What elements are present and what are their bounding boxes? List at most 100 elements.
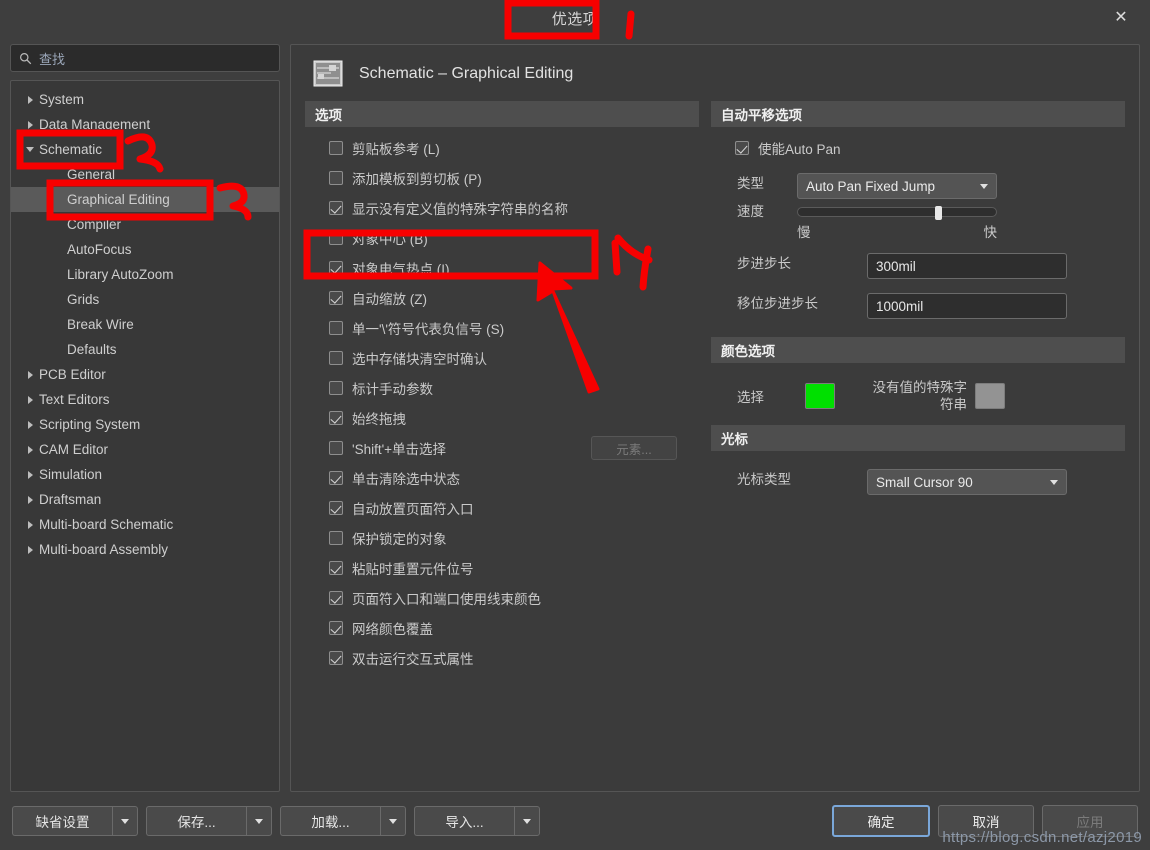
tree-item-multi-board-schematic[interactable]: Multi-board Schematic: [11, 512, 279, 537]
checkbox-label: 双击运行交互式属性: [352, 652, 474, 667]
checkbox-enable-autopan[interactable]: [735, 141, 749, 155]
option-row[interactable]: 粘贴时重置元件位号: [305, 553, 699, 583]
option-row[interactable]: 对象电气热点 (I): [305, 253, 699, 283]
novalue-color-label: 没有值的特殊字符串: [872, 380, 968, 412]
tree-item-pcb-editor[interactable]: PCB Editor: [11, 362, 279, 387]
checkbox[interactable]: [329, 651, 343, 665]
cancel-button[interactable]: 取消: [938, 805, 1034, 837]
option-row[interactable]: 标计手动参数: [305, 373, 699, 403]
checkbox[interactable]: [329, 621, 343, 635]
autopan-speed-label: 速度: [737, 204, 764, 219]
chevron-down-icon[interactable]: [380, 806, 406, 836]
novalue-color-swatch[interactable]: [975, 383, 1005, 409]
checkbox[interactable]: [329, 141, 343, 155]
checkbox[interactable]: [329, 501, 343, 515]
checkbox[interactable]: [329, 201, 343, 215]
checkbox[interactable]: [329, 531, 343, 545]
ok-button[interactable]: 确定: [832, 805, 930, 837]
option-row[interactable]: 对象中心 (B): [305, 223, 699, 253]
checkbox[interactable]: [329, 231, 343, 245]
checkbox[interactable]: [329, 171, 343, 185]
checkbox-label: 对象中心 (B): [352, 232, 428, 247]
tree-item-draftsman[interactable]: Draftsman: [11, 487, 279, 512]
tree-item-library-autozoom[interactable]: Library AutoZoom: [11, 262, 279, 287]
chevron-down-icon[interactable]: [246, 806, 272, 836]
slider-track[interactable]: [797, 206, 997, 220]
tree-item-label: Simulation: [39, 467, 103, 482]
checkbox-label: 使能Auto Pan: [758, 142, 841, 157]
option-row[interactable]: 选中存储块清空时确认: [305, 343, 699, 373]
autopan-speed-slider[interactable]: 慢 快: [797, 201, 997, 241]
chevron-down-icon: [21, 147, 39, 152]
checkbox[interactable]: [329, 411, 343, 425]
preferences-tree[interactable]: System Data Management Schematic General Gra…: [10, 80, 280, 792]
checkbox-label: 标计手动参数: [352, 382, 433, 397]
tree-item-label: AutoFocus: [67, 242, 132, 257]
split-button-main[interactable]: 加载...: [280, 806, 380, 836]
split-button[interactable]: 保存...: [146, 806, 272, 836]
tree-item-multi-board-assembly[interactable]: Multi-board Assembly: [11, 537, 279, 562]
tree-item-text-editors[interactable]: Text Editors: [11, 387, 279, 412]
tree-item-break-wire[interactable]: Break Wire: [11, 312, 279, 337]
tree-item-scripting-system[interactable]: Scripting System: [11, 412, 279, 437]
tree-item-data-management[interactable]: Data Management: [11, 112, 279, 137]
options-list: 剪贴板参考 (L) 添加模板到剪切板 (P) 显示没有定义值的特殊字符串的名称对象中…: [305, 133, 699, 673]
step-size-value: 300mil: [876, 258, 916, 274]
option-row[interactable]: 显示没有定义值的特殊字符串的名称: [305, 193, 699, 223]
tree-item-schematic[interactable]: Schematic: [11, 137, 279, 162]
option-row[interactable]: 添加模板到剪切板 (P): [305, 163, 699, 193]
chevron-down-icon[interactable]: [112, 806, 138, 836]
shift-step-size-input[interactable]: 1000mil: [867, 293, 1067, 319]
option-row[interactable]: 始终拖拽: [305, 403, 699, 433]
checkbox[interactable]: [329, 471, 343, 485]
chevron-down-icon: [1050, 479, 1058, 485]
option-row-enable-autopan[interactable]: 使能Auto Pan: [711, 133, 1125, 163]
tree-item-system[interactable]: System: [11, 87, 279, 112]
tree-item-label: Data Management: [39, 117, 151, 132]
split-button-main[interactable]: 缺省设置: [12, 806, 112, 836]
selection-color-swatch[interactable]: [805, 383, 835, 409]
split-button[interactable]: 导入...: [414, 806, 540, 836]
autopan-style-select[interactable]: Auto Pan Fixed Jump: [797, 173, 997, 199]
checkbox[interactable]: [329, 591, 343, 605]
chevron-down-icon[interactable]: [514, 806, 540, 836]
tree-item-cam-editor[interactable]: CAM Editor: [11, 437, 279, 462]
checkbox[interactable]: [329, 351, 343, 365]
checkbox[interactable]: [329, 441, 343, 455]
option-row[interactable]: 剪贴板参考 (L): [305, 133, 699, 163]
search-input[interactable]: 查找: [10, 44, 280, 72]
checkbox[interactable]: [329, 561, 343, 575]
option-row[interactable]: 页面符入口和端口使用线束颜色: [305, 583, 699, 613]
tree-item-defaults[interactable]: Defaults: [11, 337, 279, 362]
tree-item-label: System: [39, 92, 85, 107]
tree-item-compiler[interactable]: Compiler: [11, 212, 279, 237]
split-button[interactable]: 加载...: [280, 806, 406, 836]
option-row[interactable]: 单一'\'符号代表负信号 (S): [305, 313, 699, 343]
checkbox[interactable]: [329, 291, 343, 305]
tree-item-general[interactable]: General: [11, 162, 279, 187]
tree-item-label: Multi-board Schematic: [39, 517, 174, 532]
tree-item-autofocus[interactable]: AutoFocus: [11, 237, 279, 262]
checkbox[interactable]: [329, 321, 343, 335]
tree-item-graphical-editing[interactable]: Graphical Editing: [11, 187, 279, 212]
option-row[interactable]: 双击运行交互式属性: [305, 643, 699, 673]
option-row[interactable]: 网络颜色覆盖: [305, 613, 699, 643]
checkbox[interactable]: [329, 261, 343, 275]
option-row[interactable]: 单击清除选中状态: [305, 463, 699, 493]
option-row[interactable]: 保护锁定的对象: [305, 523, 699, 553]
cursor-type-select[interactable]: Small Cursor 90: [867, 469, 1067, 495]
step-size-input[interactable]: 300mil: [867, 253, 1067, 279]
option-row[interactable]: 自动缩放 (Z): [305, 283, 699, 313]
close-icon[interactable]: ✕: [1106, 5, 1136, 31]
checkbox[interactable]: [329, 381, 343, 395]
left-pane: 查找 System Data Management Schematic General…: [10, 44, 280, 792]
slider-handle[interactable]: [934, 206, 942, 220]
option-row[interactable]: 自动放置页面符入口: [305, 493, 699, 523]
tree-item-grids[interactable]: Grids: [11, 287, 279, 312]
checkbox-label: 'Shift'+单击选择: [352, 442, 447, 457]
split-button[interactable]: 缺省设置: [12, 806, 138, 836]
split-button-main[interactable]: 导入...: [414, 806, 514, 836]
option-row[interactable]: 'Shift'+单击选择 元素...: [305, 433, 699, 463]
tree-item-simulation[interactable]: Simulation: [11, 462, 279, 487]
split-button-main[interactable]: 保存...: [146, 806, 246, 836]
